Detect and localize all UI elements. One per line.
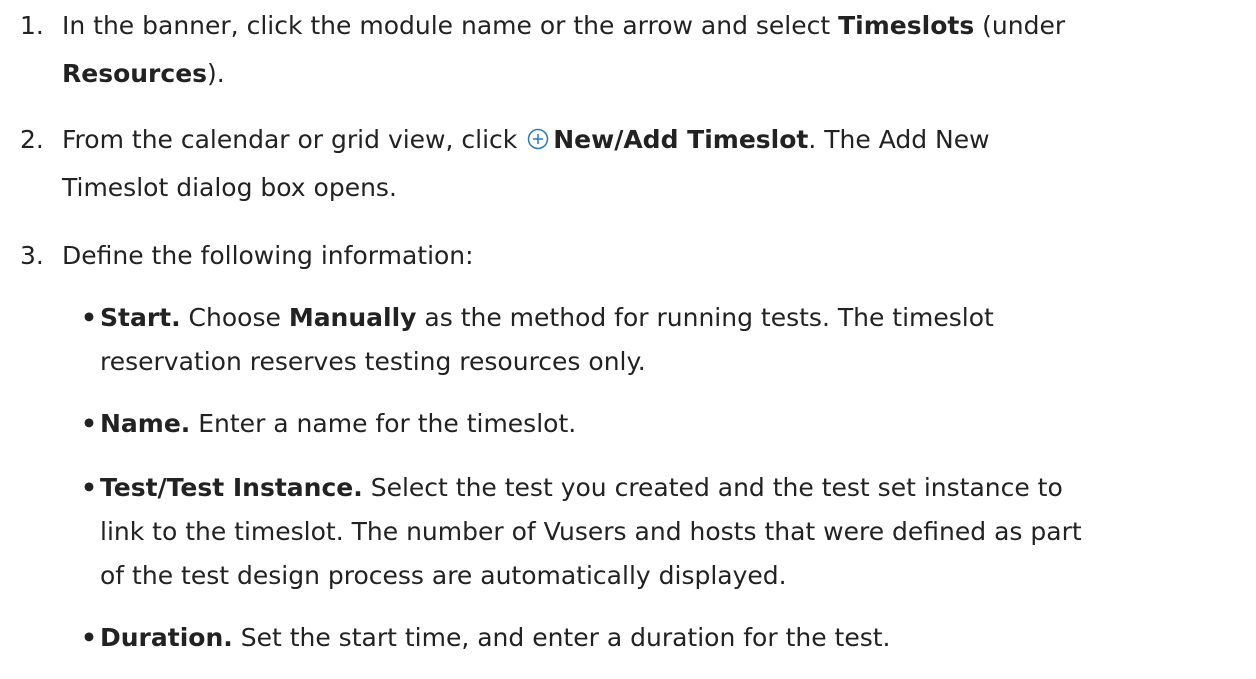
bullet-line: of the test design process are automatic… [100,561,787,590]
step-line: In the banner, click the module name or … [62,4,1242,48]
bullet-text: Duration. Set the start time, and enter … [100,616,1250,660]
field-label-start: Start. [100,303,181,332]
text-run: Enter a name for the timeslot. [190,409,577,438]
bullet-dot: • [81,623,97,652]
text-run: (under [974,11,1066,40]
ui-term-new-add-timeslot: New/Add Timeslot [553,125,809,154]
step-line: Resources). [62,52,1242,96]
field-label-test-instance: Test/Test Instance. [100,473,363,502]
ui-term-resources: Resources [62,59,208,88]
ui-term-timeslots: Timeslots [838,11,975,40]
step-line: Define the following information: [62,241,474,270]
field-label-duration: Duration. [100,623,233,652]
text-run: Select the test you created and the test… [362,473,1063,502]
bullet-line: Name. Enter a name for the timeslot. [100,402,1250,446]
bullet-dot: • [81,409,97,438]
bullet-dot: • [81,303,97,332]
text-run: In the banner, click the module name or … [62,11,839,40]
text-run: . The Add New [808,125,990,154]
bullet-line: Duration. Set the start time, and enter … [100,616,1250,660]
step-text: In the banner, click the module name or … [62,4,1242,96]
add-circle-icon [527,120,549,150]
step-text: Define the following information: [62,234,1242,278]
text-run: Choose [180,303,289,332]
step-text: From the calendar or grid view, click Ne… [62,118,1242,210]
text-run: From the calendar or grid view, click [62,125,526,154]
bullet-line: Test/Test Instance. Select the test you … [100,466,1250,510]
step-number: 3. [20,241,44,270]
bullet-line: link to the timeslot. The number of Vuse… [100,517,1082,546]
bullet-text: Name. Enter a name for the timeslot. [100,402,1250,446]
text-run: ). [207,59,225,88]
step-number: 2. [20,125,44,154]
bullet-text: Start. Choose Manually as the method for… [100,296,1250,384]
field-label-name: Name. [100,409,191,438]
bullet-line: Start. Choose Manually as the method for… [100,296,1250,340]
bullet-line: reservation reserves testing resources o… [100,347,646,376]
step-line: From the calendar or grid view, click Ne… [62,118,1242,162]
bullet-dot: • [81,473,97,502]
text-run: Set the start time, and enter a duration… [232,623,891,652]
ui-term-manually: Manually [288,303,417,332]
text-run: as the method for running tests. The tim… [416,303,994,332]
step-number: 1. [20,11,44,40]
bullet-text: Test/Test Instance. Select the test you … [100,466,1250,598]
step-line: Timeslot dialog box opens. [62,173,397,202]
